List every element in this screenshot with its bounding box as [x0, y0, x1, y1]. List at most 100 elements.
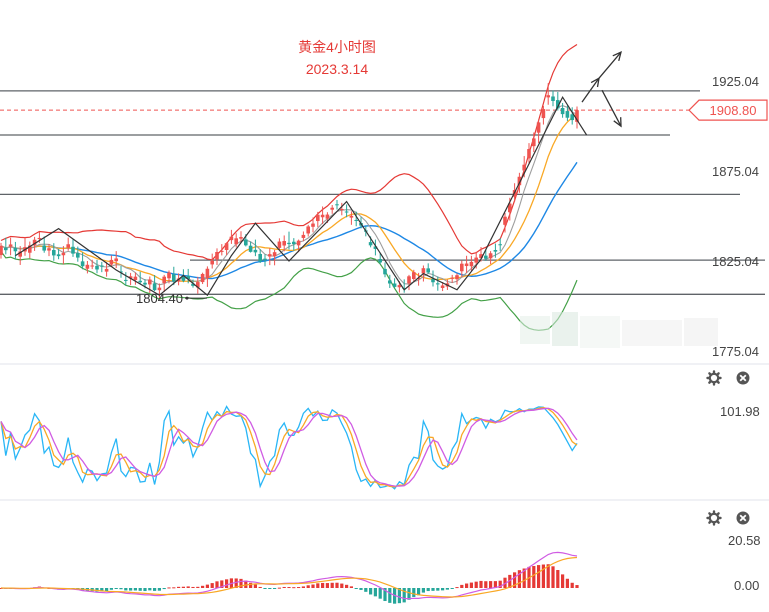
candle: [0, 242, 3, 259]
macd-bar: [109, 588, 113, 590]
macd-bar: [138, 588, 142, 591]
macd-bar: [311, 584, 315, 588]
up-arrow-2: [598, 51, 622, 79]
y-tick-label: 1825.04: [712, 254, 759, 269]
macd-bar: [460, 584, 464, 588]
macd-bar: [349, 586, 353, 588]
candle: [220, 244, 224, 256]
chart-title: 黄金4小时图: [298, 39, 376, 55]
indicator1-settings-icon[interactable]: [706, 370, 722, 386]
candle: [407, 274, 411, 291]
macd-bar: [465, 583, 469, 588]
macd-bar: [258, 586, 262, 588]
candle: [200, 272, 205, 285]
macd-bar: [263, 588, 267, 589]
macd-bar: [325, 583, 329, 588]
macd-bar: [306, 585, 310, 588]
candle: [229, 229, 234, 244]
macd-bar: [186, 586, 190, 588]
candle: [316, 211, 320, 228]
candle: [402, 279, 406, 293]
macd-bar: [455, 587, 459, 589]
macd-bar: [436, 588, 440, 591]
macd-bar: [431, 588, 435, 591]
candle: [28, 241, 32, 259]
macd-bar: [369, 588, 373, 595]
macd-bar: [191, 586, 195, 588]
macd-bar: [172, 587, 176, 589]
candle: [335, 199, 339, 210]
macd-bar: [157, 588, 161, 591]
macd-bar: [556, 570, 560, 588]
candle: [436, 276, 440, 291]
candle: [71, 238, 75, 257]
macd-bar: [181, 586, 185, 588]
macd-bar: [129, 588, 133, 591]
macd-bar: [565, 578, 569, 588]
macd-bar: [114, 588, 118, 589]
candle: [551, 90, 555, 107]
down-arrow: [601, 89, 622, 128]
candle: [383, 262, 387, 278]
macd-bar: [301, 586, 305, 588]
macd-bar: [201, 585, 205, 588]
indicator1-close-icon[interactable]: [736, 371, 750, 385]
macd-bar: [489, 581, 493, 588]
candle: [210, 253, 214, 269]
candle: [330, 205, 334, 214]
macd-bar: [359, 588, 363, 590]
macd-bar: [268, 588, 272, 589]
y-tick-label: 1925.04: [712, 74, 759, 89]
macd-bar: [388, 588, 392, 603]
low-price-label: 1804.40: [136, 291, 183, 306]
candle: [546, 83, 550, 105]
macd-bar: [196, 586, 200, 588]
macd-bar: [287, 587, 291, 589]
y-tick-label: 1875.04: [712, 164, 759, 179]
macd-bar: [153, 588, 157, 591]
macd-bar: [402, 588, 406, 603]
candle: [90, 259, 94, 270]
candle: [13, 241, 18, 260]
macd-bar: [335, 582, 339, 588]
macd-bar: [412, 588, 416, 597]
indicator2-close-icon[interactable]: [736, 511, 750, 525]
macd-bar: [167, 587, 171, 589]
candle: [8, 237, 13, 256]
macd-bar: [421, 588, 425, 593]
macd-bar: [345, 584, 349, 588]
macd-bar: [378, 588, 382, 599]
candle: [23, 237, 27, 256]
candle: [306, 224, 310, 237]
macd-bar: [546, 564, 550, 588]
macd-bar: [253, 584, 257, 588]
candle: [196, 276, 200, 294]
current-price-label: 1908.80: [710, 103, 757, 118]
macd-bar: [249, 582, 253, 588]
macd-bar: [277, 587, 281, 589]
macd-bar: [484, 581, 488, 588]
low-marker-dot: [185, 296, 189, 300]
candle: [455, 273, 459, 285]
macd-bar: [273, 588, 277, 589]
candle: [349, 211, 354, 225]
macd-bar: [479, 580, 483, 588]
macd-bar: [561, 574, 565, 588]
macd-bar: [124, 588, 128, 591]
macd-bar: [450, 588, 454, 589]
candle: [215, 248, 219, 265]
indicator2-settings-icon[interactable]: [706, 510, 722, 526]
up-arrow-1: [581, 76, 600, 103]
stoch-k-line: [0, 405, 578, 490]
candle: [248, 241, 253, 253]
indicator2-zero-label: 0.00: [734, 578, 759, 593]
candle: [488, 251, 493, 265]
gold-4h-chart: 黄金4小时图 2023.3.14 1925.04 1875.04 1825.04 17…: [0, 39, 769, 604]
macd-bar: [469, 582, 473, 588]
macd-bar: [373, 588, 377, 597]
macd-bar: [205, 584, 209, 588]
macd-bar: [210, 583, 214, 588]
macd-bar: [340, 583, 344, 588]
macd-bar: [575, 585, 579, 588]
macd-bar: [282, 586, 286, 588]
